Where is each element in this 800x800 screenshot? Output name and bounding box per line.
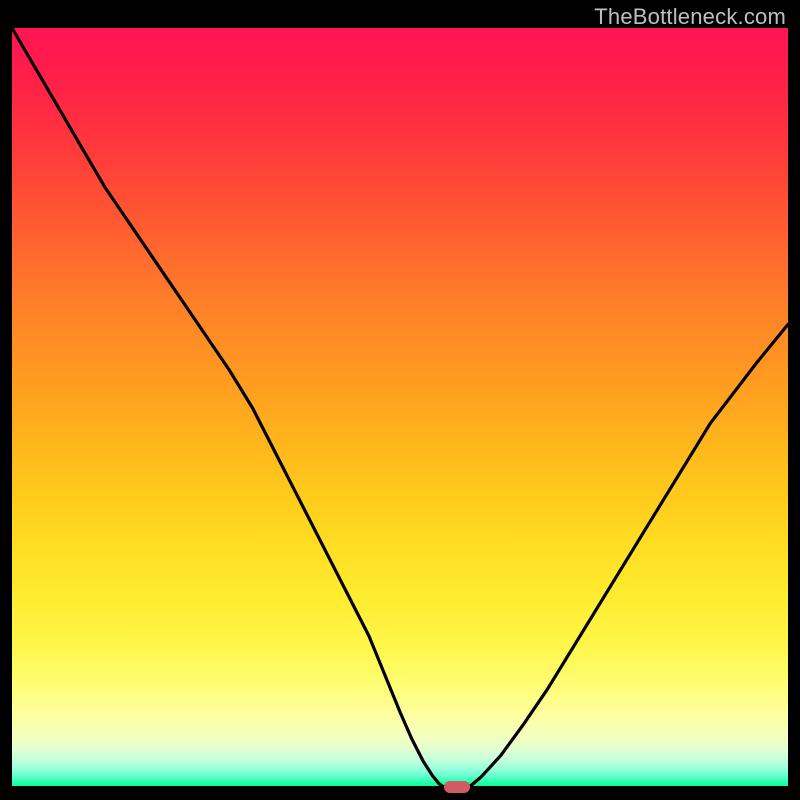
- plot-area: [12, 28, 788, 788]
- minimum-marker: [444, 781, 470, 793]
- watermark-text: TheBottleneck.com: [594, 4, 786, 30]
- baseline: [12, 786, 788, 788]
- curve-layer: [12, 28, 788, 788]
- chart-stage: TheBottleneck.com: [0, 0, 800, 800]
- bottleneck-curve: [12, 28, 788, 786]
